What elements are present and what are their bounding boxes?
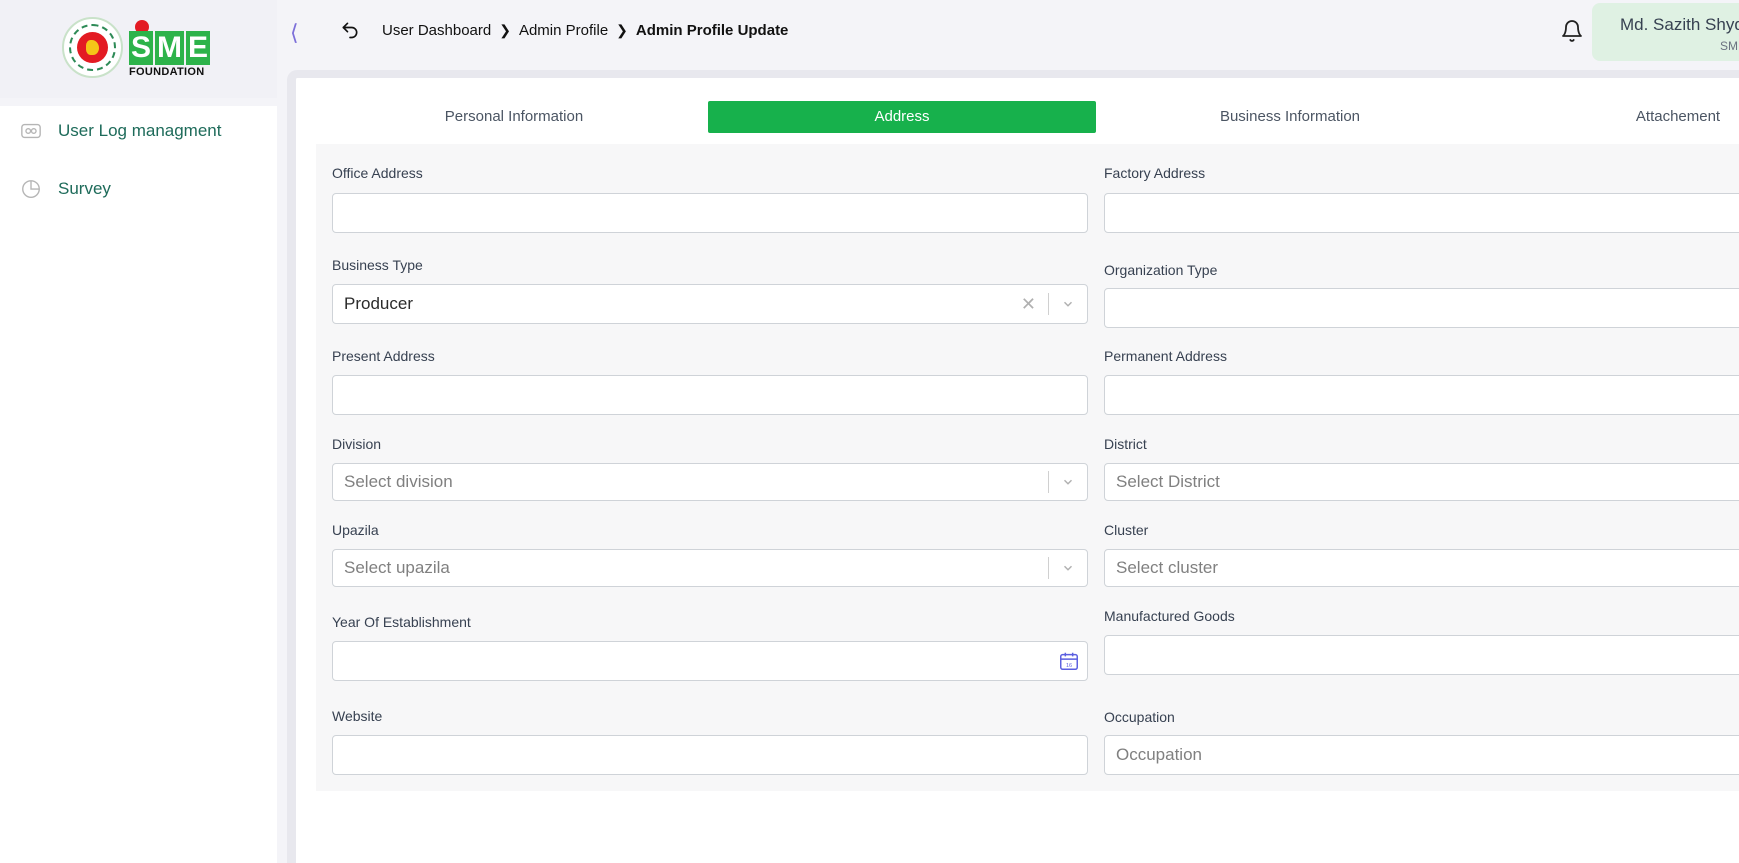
upazila-placeholder: Select upazila	[344, 558, 450, 577]
breadcrumb-admin-profile[interactable]: Admin Profile	[519, 22, 608, 39]
tab-personal-information[interactable]: Personal Information	[320, 101, 708, 133]
logo-letter: S	[129, 31, 154, 65]
chevron-down-icon[interactable]	[1049, 549, 1087, 587]
business-type-label: Business Type	[332, 257, 423, 273]
present-address-label: Present Address	[332, 348, 435, 364]
tab-attachement[interactable]: Attachement	[1484, 101, 1739, 133]
upazila-select[interactable]: Select upazila	[332, 549, 1088, 587]
logo-letter: E	[186, 31, 211, 65]
tab-business-information[interactable]: Business Information	[1096, 101, 1484, 133]
cluster-placeholder: Select cluster	[1116, 558, 1219, 577]
chevron-right-icon: ❯	[616, 22, 628, 38]
present-address-input[interactable]	[332, 375, 1088, 415]
district-select[interactable]: Select District	[1104, 463, 1739, 501]
permanent-address-label: Permanent Address	[1104, 348, 1227, 364]
factory-address-label: Factory Address	[1104, 165, 1206, 181]
breadcrumb-user-dashboard[interactable]: User Dashboard	[382, 22, 491, 39]
back-arrow-icon[interactable]	[340, 20, 360, 40]
business-type-value: Producer	[344, 294, 413, 313]
bell-icon[interactable]	[1560, 18, 1584, 44]
logo-letter: M	[155, 31, 185, 65]
division-select[interactable]: Select division	[332, 463, 1088, 501]
logo-subtitle: FOUNDATION	[129, 66, 205, 78]
manufactured-goods-input[interactable]	[1104, 635, 1739, 675]
pie-chart-icon	[22, 180, 40, 198]
district-placeholder: Select District	[1116, 472, 1220, 491]
sme-foundation-logo: S M E FOUNDATION	[129, 20, 211, 78]
calendar-icon[interactable]: 16	[1058, 650, 1080, 672]
district-label: District	[1104, 436, 1147, 452]
occupation-placeholder: Occupation	[1116, 745, 1202, 764]
user-name: Md. Sazith Shyd	[1620, 15, 1739, 34]
breadcrumb: User Dashboard ❯ Admin Profile ❯ Admin P…	[382, 22, 788, 39]
occupation-label: Occupation	[1104, 709, 1175, 725]
website-input[interactable]	[332, 735, 1088, 775]
office-address-input[interactable]	[332, 193, 1088, 233]
website-label: Website	[332, 708, 383, 724]
organization-type-label: Organization Type	[1104, 262, 1218, 278]
year-of-establishment-input[interactable]: 16	[332, 641, 1088, 681]
collapse-sidebar-icon[interactable]: ⟨	[290, 20, 299, 46]
business-type-select[interactable]: Producer ✕	[332, 284, 1088, 324]
clear-icon[interactable]: ✕	[1021, 294, 1036, 315]
tab-address[interactable]: Address	[708, 101, 1096, 133]
sidebar-item-label: User Log managment	[58, 121, 222, 140]
user-profile-card[interactable]: Md. Sazith Shyd SM	[1592, 3, 1739, 61]
cluster-label: Cluster	[1104, 522, 1149, 538]
breadcrumb-current: Admin Profile Update	[635, 22, 789, 39]
year-of-establishment-label: Year Of Establishment	[332, 614, 471, 630]
chevron-right-icon: ❯	[499, 22, 511, 38]
manufactured-goods-label: Manufactured Goods	[1104, 608, 1235, 624]
logo-area: S M E FOUNDATION	[0, 0, 277, 98]
sidebar: User Log managment Survey	[0, 106, 277, 863]
chevron-down-icon[interactable]	[1049, 285, 1087, 323]
user-role: SM	[1720, 39, 1738, 53]
occupation-input[interactable]: Occupation	[1104, 735, 1739, 775]
organization-type-input[interactable]	[1104, 288, 1739, 328]
upazila-label: Upazila	[332, 522, 379, 538]
permanent-address-input[interactable]	[1104, 375, 1739, 415]
office-address-label: Office Address	[332, 165, 423, 181]
sidebar-item-user-log[interactable]: User Log managment	[20, 120, 221, 142]
government-emblem-logo	[62, 17, 123, 78]
sidebar-item-label: Survey	[58, 179, 111, 198]
chevron-down-icon[interactable]	[1049, 463, 1087, 501]
division-placeholder: Select division	[344, 472, 453, 491]
division-label: Division	[332, 436, 382, 452]
cluster-select[interactable]: Select cluster	[1104, 549, 1739, 587]
log-icon	[21, 123, 41, 139]
sidebar-item-survey[interactable]: Survey	[20, 178, 111, 200]
factory-address-input[interactable]	[1104, 193, 1739, 233]
svg-text:16: 16	[1066, 663, 1072, 669]
